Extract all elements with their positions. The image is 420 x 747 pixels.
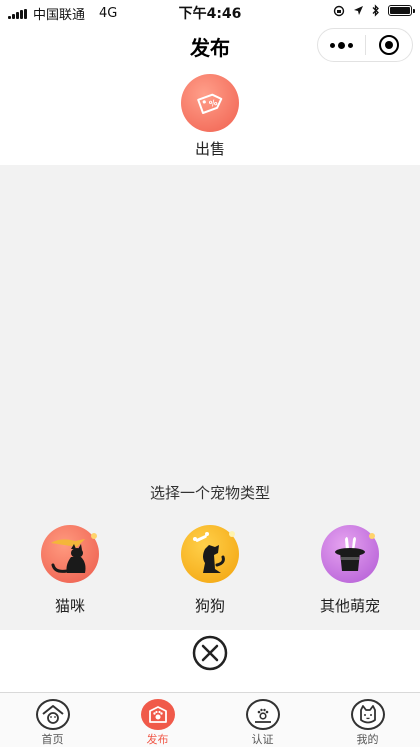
tab-bar: 首页 发布 认证 我的 [0,692,420,747]
pet-option-label: 狗狗 [194,597,225,615]
close-button[interactable] [192,635,228,671]
more-dots-icon [329,41,353,49]
pet-option-other[interactable]: 其他萌宠 [300,525,400,616]
status-right [333,4,415,17]
tab-profile[interactable]: 我的 [315,693,420,747]
cat-icon [41,525,99,583]
home-dog-icon [35,699,70,730]
mini-program-capsule [317,28,413,62]
tab-certify[interactable]: 认证 [210,693,315,747]
close-area [0,630,420,692]
exit-mini-program-button[interactable] [366,29,413,61]
pet-option-cat[interactable]: 猫咪 [20,525,120,616]
pet-option-label: 猫咪 [54,597,85,615]
orientation-lock-icon [333,5,345,16]
sell-button[interactable]: % 出售 [180,74,240,162]
tab-label: 认证 [251,733,274,746]
more-menu-button[interactable] [318,29,365,61]
magic-hat-rabbit-icon [321,525,379,583]
close-circle-icon [192,635,228,671]
publish-paw-icon [140,699,175,730]
tab-label: 我的 [356,733,379,746]
sparkle-icon [229,531,235,537]
sell-label: 出售 [194,140,225,158]
sparkle-icon [91,533,97,539]
dog-icon [181,525,239,583]
battery-icon [388,5,415,16]
sparkle-icon [369,533,375,539]
tab-label: 首页 [41,733,64,746]
pet-option-dog[interactable]: 狗狗 [160,525,260,616]
navigation-bar: 发布 [0,22,420,68]
pet-type-panel: 选择一个宠物类型 猫咪 狗狗 其他萌宠 [0,165,420,630]
certify-paw-icon [245,699,280,730]
pet-type-prompt: 选择一个宠物类型 [149,484,270,502]
location-arrow-icon [354,6,363,15]
tab-publish[interactable]: 发布 [105,693,210,747]
bluetooth-icon [372,4,379,17]
tab-label: 发布 [146,733,169,746]
profile-cat-icon [350,699,385,730]
publish-section: % 出售 [0,68,420,165]
status-bar: 中国联通 4G 下午4:46 [0,0,420,23]
exit-target-icon [378,35,399,55]
price-tag-icon: % [181,74,239,132]
tab-home[interactable]: 首页 [0,693,105,747]
pet-option-label: 其他萌宠 [319,597,380,615]
